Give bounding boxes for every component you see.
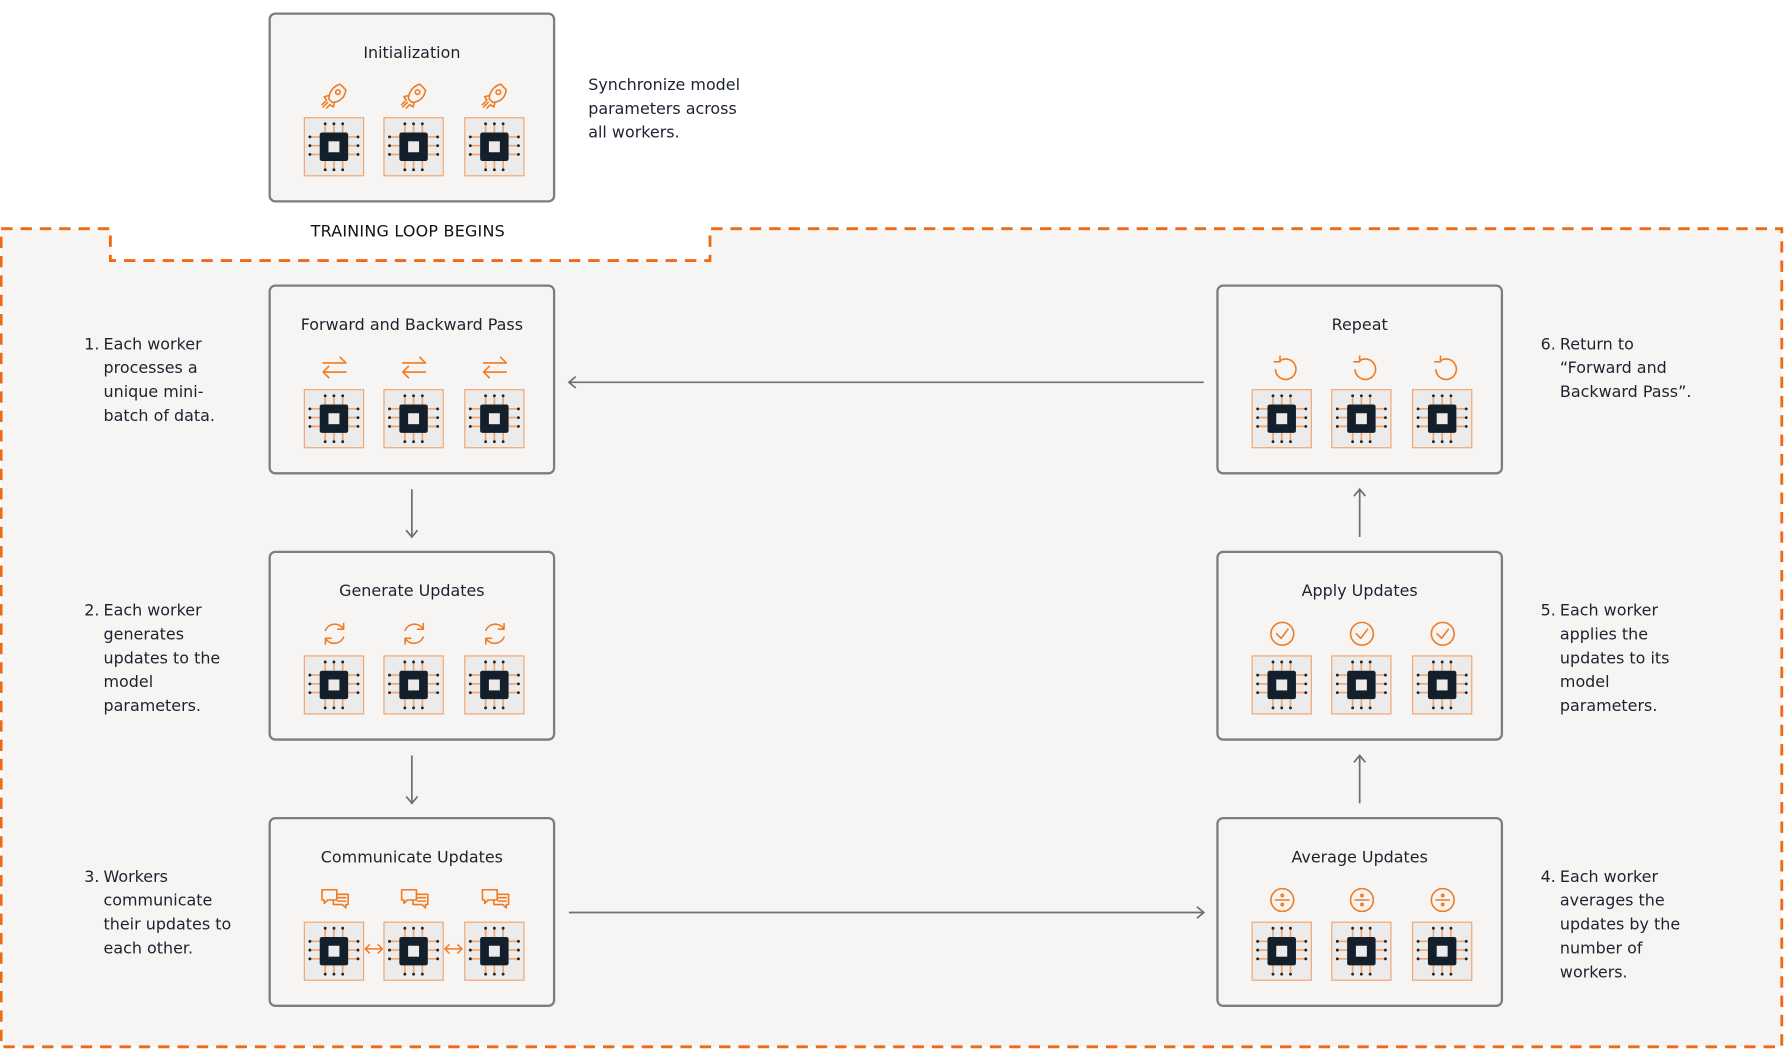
worker-chip-icon [1251, 921, 1312, 981]
apply-updates-box: Apply Updates [1216, 550, 1504, 741]
rocket-icon [481, 83, 508, 109]
divide-icon [1430, 887, 1455, 913]
worker-chip-icon [1251, 389, 1312, 449]
chat-icon [481, 888, 510, 909]
worker-chip-icon [1331, 655, 1392, 715]
step-description: 3. Workers communicate their updates to e… [84, 866, 231, 962]
communicate-updates-box: Communicate Updates [268, 816, 556, 1007]
forward-backward-box: Forward and Backward Pass [268, 284, 556, 475]
worker-chip-icon [1331, 921, 1392, 981]
step-number: 4. [1540, 868, 1556, 887]
swap-arrows-icon [322, 356, 347, 379]
step-text: Each worker averages the updates by the … [1559, 868, 1681, 982]
swap-arrows-icon [482, 356, 508, 379]
chat-icon [400, 888, 429, 909]
step-number: 2. [84, 601, 100, 621]
refresh-icon [485, 622, 505, 645]
check-circle-icon [1270, 621, 1295, 646]
rocket-icon [321, 83, 347, 109]
worker-chip-icon [383, 117, 444, 177]
chat-icon [321, 888, 349, 909]
box-title: Average Updates [1291, 848, 1428, 868]
divide-icon [1349, 887, 1375, 913]
rotate-left-icon [1273, 355, 1297, 381]
step-description: 5. Each worker applies the updates to its… [1541, 600, 1670, 719]
step-description: 6. Return to “Forward and Backward Pass”. [1541, 333, 1692, 405]
worker-chip-icon [1412, 655, 1473, 715]
box-title: Forward and Backward Pass [300, 316, 524, 335]
divide-icon [1270, 887, 1295, 913]
step-description: 2. Each worker generates updates to the m… [84, 600, 220, 719]
repeat-box: Repeat [1216, 284, 1504, 475]
refresh-icon [404, 622, 425, 645]
step-text: Each worker generates updates to the mod… [103, 601, 221, 716]
worker-chip-icon [1412, 389, 1473, 449]
rotate-left-icon [1433, 355, 1458, 381]
box-title: Generate Updates [339, 582, 485, 601]
worker-chip-icon [303, 921, 365, 981]
step-text: Workers communicate their updates to eac… [103, 868, 232, 959]
box-title: Repeat [1331, 316, 1388, 335]
rocket-icon [400, 83, 427, 109]
step-text: Each worker processes a unique mini- bat… [103, 335, 215, 426]
step-number: 1. [84, 335, 100, 354]
worker-chip-icon [464, 921, 525, 981]
step-description: 1. Each worker processes a unique mini- b… [84, 333, 215, 429]
step-text: Each worker applies the updates to its m… [1559, 601, 1670, 716]
worker-chip-icon [383, 655, 444, 715]
rotate-left-icon [1353, 355, 1377, 381]
init-description: Synchronize model parameters across all … [588, 76, 741, 143]
step-description: 4. Each worker averages the updates by th… [1541, 866, 1681, 985]
worker-chip-icon [1331, 389, 1392, 449]
training-loop-diagram: TRAINING LOOP BEGINS Synchronize model p… [0, 0, 1784, 1062]
worker-chip-icon [303, 117, 365, 177]
worker-chip-icon [464, 389, 525, 449]
worker-chip-icon [464, 655, 525, 715]
exchange-arrow-icon [443, 943, 463, 954]
step-number: 3. [84, 868, 100, 887]
average-updates-box: Average Updates [1216, 816, 1504, 1007]
worker-chip-icon [383, 921, 444, 981]
worker-chip-icon [303, 389, 365, 449]
refresh-icon [324, 622, 345, 645]
step-number: 5. [1540, 601, 1556, 621]
box-title: Initialization [363, 44, 461, 63]
training-loop-label: TRAINING LOOP BEGINS [310, 223, 505, 242]
box-title: Communicate Updates [320, 848, 503, 868]
check-circle-icon [1430, 621, 1455, 646]
swap-arrows-icon [401, 356, 427, 379]
worker-chip-icon [1412, 921, 1473, 981]
worker-chip-icon [464, 117, 525, 177]
worker-chip-icon [1251, 655, 1312, 715]
step-number: 6. [1540, 335, 1556, 354]
initialization-box: Initialization [268, 12, 556, 203]
step-text: Return to “Forward and Backward Pass”. [1559, 335, 1692, 402]
check-circle-icon [1349, 621, 1375, 646]
worker-chip-icon [303, 655, 365, 715]
exchange-arrow-icon [364, 943, 384, 954]
box-title: Apply Updates [1301, 582, 1418, 601]
generate-updates-box: Generate Updates [268, 550, 556, 741]
worker-chip-icon [383, 389, 444, 449]
